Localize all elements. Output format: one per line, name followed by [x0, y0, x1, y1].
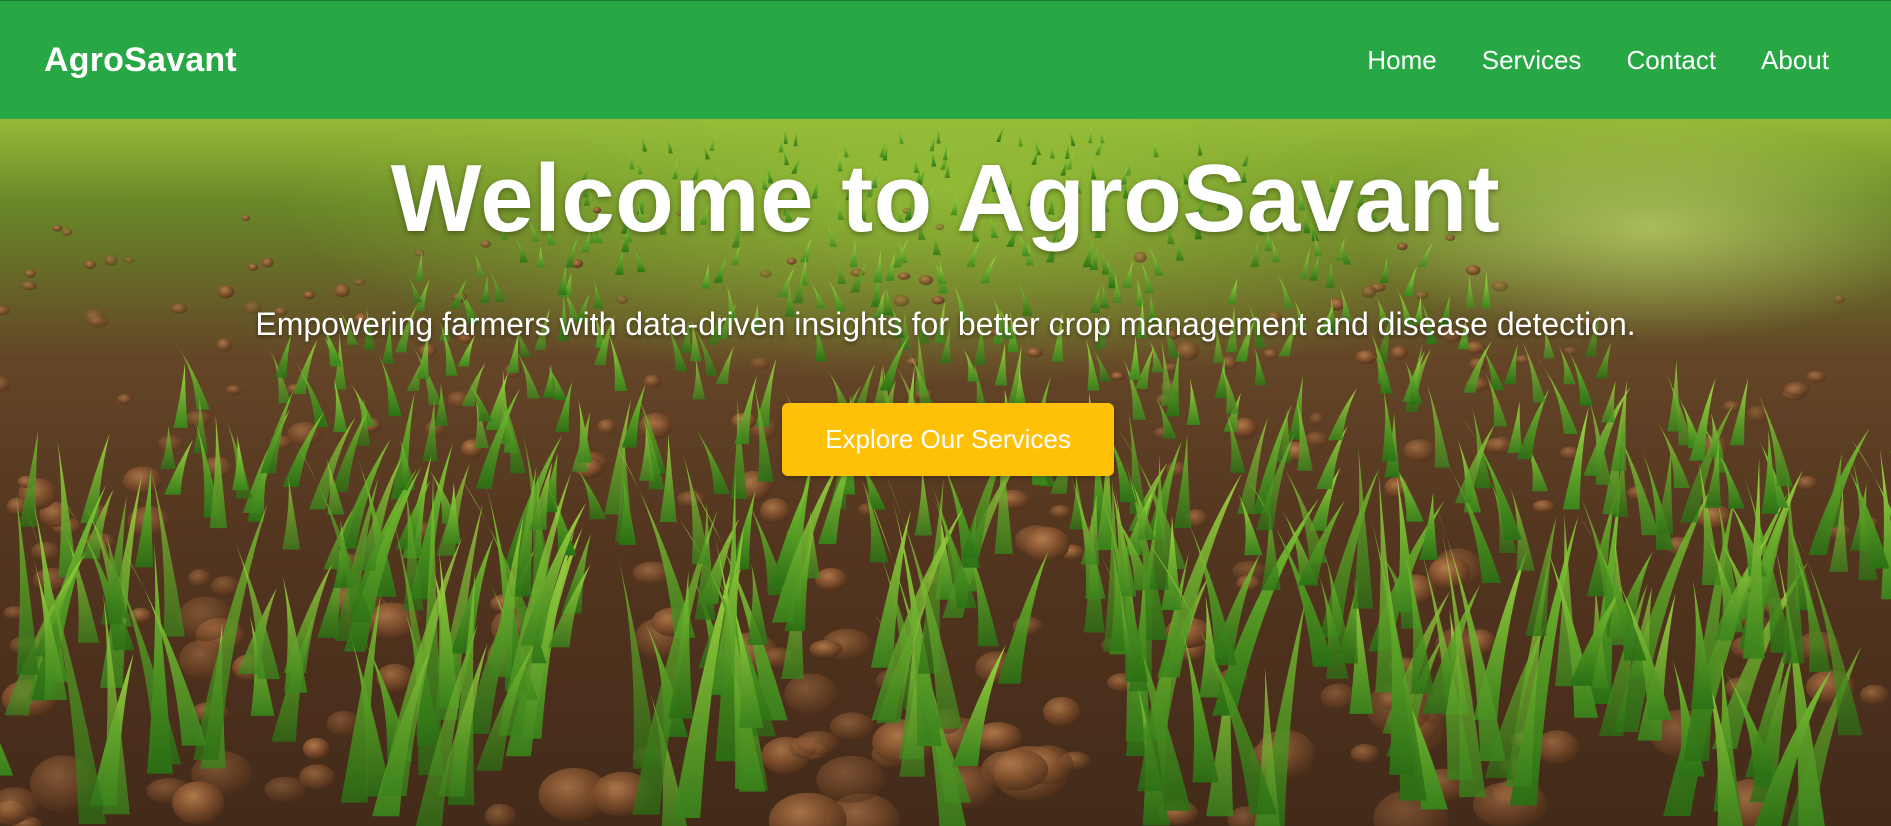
- navbar: AgroSavant Home Services Contact About: [0, 0, 1891, 119]
- explore-services-button[interactable]: Explore Our Services: [782, 403, 1114, 476]
- nav-link-home[interactable]: Home: [1367, 45, 1436, 76]
- nav-link-services[interactable]: Services: [1482, 45, 1582, 76]
- hero-title: Welcome to AgroSavant: [390, 145, 1501, 252]
- nav-links: Home Services Contact About: [1367, 45, 1829, 76]
- hero-subtitle: Empowering farmers with data-driven insi…: [255, 306, 1636, 342]
- brand-logo[interactable]: AgroSavant: [44, 41, 237, 80]
- nav-link-contact[interactable]: Contact: [1626, 45, 1716, 76]
- page: AgroSavant Home Services Contact About W…: [0, 0, 1891, 826]
- nav-link-about[interactable]: About: [1761, 45, 1829, 76]
